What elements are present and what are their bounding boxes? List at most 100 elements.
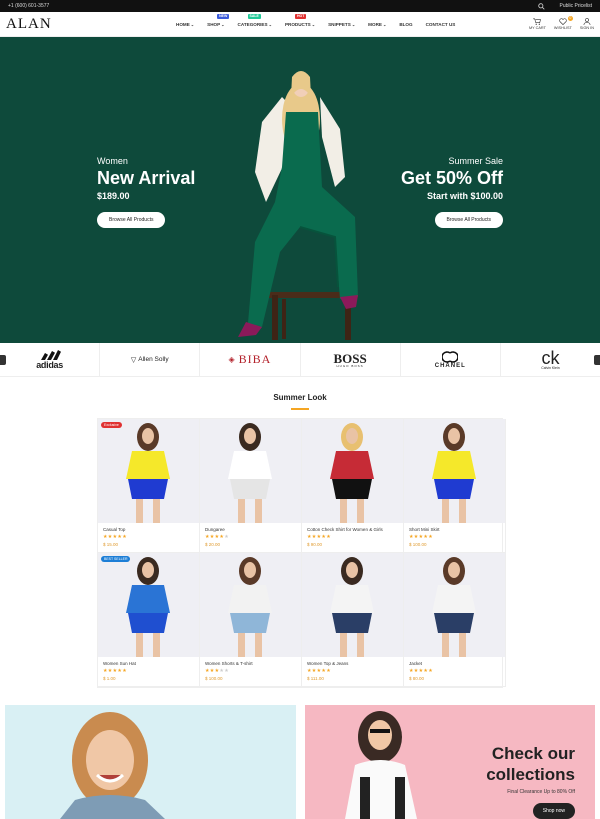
product-image[interactable]	[200, 419, 301, 523]
nav-item-label: CATEGORIES	[237, 21, 268, 27]
hero-right-browse-button[interactable]: Browse All Products	[434, 212, 503, 228]
brand-label: BIBA	[238, 352, 272, 366]
chevron-down-icon: ⌄	[221, 21, 225, 27]
product-rating: ★★★★★	[307, 668, 403, 674]
product-rating: ★★★★★	[409, 534, 505, 540]
site-logo[interactable]: ALAN	[6, 16, 176, 33]
promo-heading-line-2: collections	[486, 765, 575, 784]
product-image[interactable]: Exclusive	[98, 419, 199, 523]
nav-item-label: HOME	[176, 21, 190, 27]
product-price: $ 100.00	[409, 542, 427, 547]
nav-item-home[interactable]: HOME ⌄	[176, 22, 194, 27]
product-model-image	[228, 423, 272, 523]
pricelist-select[interactable]: Public Pricelist	[559, 3, 592, 9]
signin-label: SIGN IN	[579, 26, 594, 30]
product-name[interactable]: Short Mini Skirt	[409, 527, 505, 532]
product-grid: Exclusive Casual Top ★★★★★ $ 15.00 Dungaree ★…	[97, 418, 506, 688]
product-rating: ★★★★★	[103, 534, 199, 540]
star-icon: ★	[224, 534, 229, 540]
search-icon[interactable]	[538, 2, 546, 10]
nav-item-contact-us[interactable]: CONTACT US	[426, 22, 456, 27]
nav-item-blog[interactable]: BLOG	[399, 22, 412, 27]
star-icon: ★	[326, 534, 331, 540]
adidas-stripes-icon	[40, 349, 61, 360]
product-image[interactable]	[404, 553, 505, 657]
product-card[interactable]: Exclusive Casual Top ★★★★★ $ 15.00	[98, 419, 200, 553]
product-name[interactable]: Cotton Check Shirt for Women & Girls	[307, 527, 403, 532]
nav-item-categories[interactable]: CATEGORIES ⌄ SALE	[237, 13, 272, 27]
chevron-down-icon: ⌄	[190, 21, 195, 27]
shop-now-button[interactable]: Shop now	[532, 803, 575, 819]
product-name[interactable]: Women Top & Jeans	[307, 661, 403, 666]
hero-left-title: New Arrival	[97, 168, 196, 188]
promo-banner-right[interactable]: Check our collections Final Clearance Up…	[305, 705, 595, 819]
product-card[interactable]: Cotton Check Shirt for Women & Girls ★★★★…	[302, 419, 404, 553]
product-rating: ★★★★★	[409, 668, 505, 674]
brand-adidas[interactable]: adidas	[0, 343, 101, 376]
carousel-next-button[interactable]	[594, 355, 600, 365]
main-header: ALAN HOME ⌄ SHOP ⌄ NEW CATEGORIES ⌄ SALE PRODUCT…	[0, 12, 600, 37]
product-image[interactable]	[302, 553, 403, 657]
brand-allen-solly[interactable]: ▽ Allen Solly	[100, 343, 201, 376]
product-price: $ 111.00	[307, 676, 324, 681]
star-icon: ★	[224, 668, 229, 674]
product-rating: ★★★★★	[205, 668, 301, 674]
brand-chanel[interactable]: CHANEL	[401, 343, 501, 376]
star-icon: ★	[428, 668, 433, 674]
product-card[interactable]: Women Top & Jeans ★★★★★ $ 111.00	[302, 553, 404, 687]
wishlist-link[interactable]: 0 WISHLIST	[553, 16, 573, 30]
product-card[interactable]: Women Shorts & T-shirt ★★★★★ $ 100.00	[200, 553, 302, 687]
wishlist-count-badge: 0	[567, 16, 573, 21]
product-card[interactable]: Jacket ★★★★★ $ 80.00	[404, 553, 506, 687]
signin-link[interactable]: SIGN IN	[580, 18, 594, 30]
nav-item-label: BLOG	[399, 21, 413, 27]
product-price: $ 20.00	[205, 542, 221, 547]
nav-item-products[interactable]: PRODUCTS ⌄ HOT	[284, 13, 316, 27]
carousel-prev-button[interactable]	[0, 355, 6, 365]
nav-item-label: PRODUCTS	[284, 21, 311, 27]
brand-label: Allen Solly	[138, 356, 169, 363]
cart-link[interactable]: MY CART	[529, 18, 546, 30]
hero-left-subtitle: Women	[97, 156, 128, 166]
product-image[interactable]	[200, 553, 301, 657]
biba-mark-icon: ◈	[228, 355, 236, 364]
nav-item-more[interactable]: MORE ⌄	[368, 22, 386, 27]
product-name[interactable]: Jacket	[409, 661, 505, 666]
brand-biba[interactable]: ◈ BIBA	[200, 343, 301, 376]
product-name[interactable]: Women Sun Hat	[103, 661, 199, 666]
hero-right-block: Summer Sale Get 50% Off Start with $100.…	[401, 156, 503, 228]
cart-label: MY CART	[528, 26, 546, 30]
nav-badge: SALE	[247, 13, 261, 19]
chevron-down-icon: ⌄	[268, 21, 272, 27]
hero-right-subtitle: Summer Sale	[448, 156, 503, 166]
product-name[interactable]: Casual Top	[103, 527, 199, 532]
product-price: $ 100.00	[205, 676, 223, 681]
product-model-image	[330, 423, 374, 523]
product-card[interactable]: Short Mini Skirt ★★★★★ $ 100.00	[404, 419, 506, 553]
nav-item-shop[interactable]: SHOP ⌄ NEW	[207, 13, 230, 27]
hero-left-browse-button[interactable]: Browse All Products	[97, 212, 166, 228]
chevron-down-icon: ⌄	[382, 21, 387, 27]
brand-calvin-klein[interactable]: ck Calvin Klein	[501, 343, 600, 376]
product-tag-badge: Exclusive	[101, 422, 122, 428]
product-name[interactable]: Women Shorts & T-shirt	[205, 661, 301, 666]
chevron-down-icon: ⌄	[311, 21, 316, 27]
promo-banner-left[interactable]	[5, 705, 296, 819]
product-card[interactable]: BEST SELLER Women Sun Hat ★★★★★ $ 1.00	[98, 553, 200, 687]
nav-item-snippets[interactable]: SNIPPETS ⌄	[328, 22, 355, 27]
brand-label: BOSS	[333, 350, 367, 366]
chanel-cc-icon	[442, 350, 459, 363]
product-image[interactable]: BEST SELLER	[98, 553, 199, 657]
product-name[interactable]: Dungaree	[205, 527, 301, 532]
brand-boss[interactable]: BOSS HUGO BOSS	[301, 343, 401, 376]
product-card[interactable]: Dungaree ★★★★★ $ 20.00	[200, 419, 302, 553]
product-rating: ★★★★★	[205, 534, 301, 540]
hero-right-price: Start with $100.00	[426, 191, 503, 201]
product-image[interactable]	[404, 419, 505, 523]
promo-model-image	[60, 712, 165, 819]
brand-label: adidas	[36, 359, 63, 370]
product-image[interactable]	[302, 419, 403, 523]
product-rating: ★★★★★	[103, 668, 199, 674]
wishlist-label: WISHLIST	[553, 26, 572, 30]
star-icon: ★	[122, 534, 127, 540]
